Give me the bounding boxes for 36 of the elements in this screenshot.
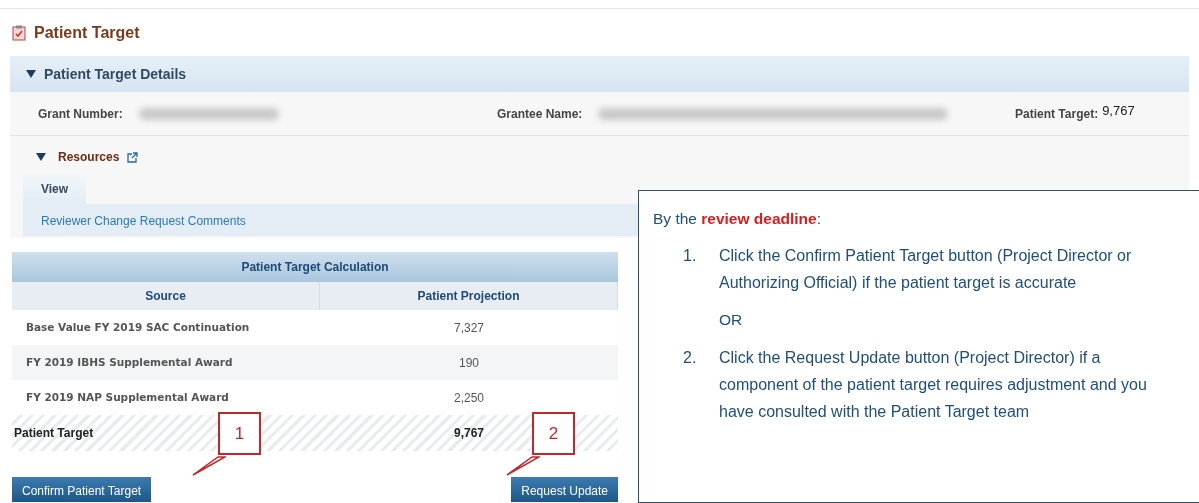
table-cell: FY 2019 IBHS Supplemental Award bbox=[26, 355, 233, 368]
comments-link[interactable]: Reviewer Change Request Comments bbox=[41, 214, 246, 228]
section-title: Resources bbox=[58, 149, 120, 166]
action-button[interactable]: Request Update bbox=[511, 477, 618, 502]
table-cell: FY 2019 NAP Supplemental Award bbox=[26, 390, 229, 403]
table-cell: 190 bbox=[459, 355, 479, 370]
step-text: Click the Request Update button (Project Director) if a component of the patient target requires adjustment and you have consulted with the Patient Target team bbox=[719, 347, 1148, 422]
pointer-arrow bbox=[192, 456, 226, 476]
field-value: 9,767 bbox=[1102, 101, 1135, 120]
step-number: 2. bbox=[683, 347, 698, 368]
collapse-triangle-icon[interactable] bbox=[36, 153, 46, 161]
table-cell: Patient Target bbox=[14, 426, 94, 440]
clipboard-icon bbox=[12, 25, 26, 41]
step-number: 1. bbox=[683, 246, 698, 267]
page-title: Patient Target bbox=[34, 23, 140, 43]
table-cell: 7,327 bbox=[454, 320, 484, 335]
callout-number: 1 bbox=[218, 412, 261, 455]
external-link-icon[interactable] bbox=[127, 151, 139, 163]
intro-text: By the review deadline: bbox=[653, 209, 822, 229]
table-title: Patient Target Calculation bbox=[12, 252, 618, 282]
callout-number: 2 bbox=[532, 412, 575, 455]
table-cell: Base Value FY 2019 SAC Continuation bbox=[26, 320, 250, 333]
table-cell: 9,767 bbox=[454, 426, 484, 440]
table-cell: 2,250 bbox=[454, 390, 484, 405]
step-text: Click the Confirm Patient Target button (Project Director or Authorizing Official) if the patient target is accurate bbox=[719, 246, 1133, 294]
separator-text: OR bbox=[719, 310, 744, 331]
action-button[interactable]: Confirm Patient Target bbox=[12, 477, 152, 502]
collapse-triangle-icon[interactable] bbox=[26, 70, 36, 78]
field-label: Grant Number: bbox=[38, 105, 123, 123]
tab[interactable]: View bbox=[23, 174, 87, 204]
section-title: Patient Target Details bbox=[44, 64, 187, 84]
column-header: Patient Projection bbox=[320, 282, 618, 310]
column-header: Source bbox=[12, 282, 320, 310]
field-label: Grantee Name: bbox=[497, 105, 583, 123]
field-label: Patient Target: bbox=[1015, 105, 1099, 123]
pointer-arrow bbox=[506, 456, 540, 476]
